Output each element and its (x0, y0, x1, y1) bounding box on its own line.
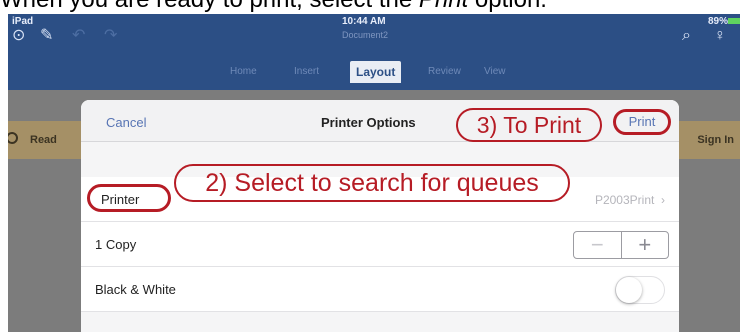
redo-icon[interactable]: ↷ (104, 28, 117, 44)
caption-after: option. (468, 0, 547, 13)
tab-insert[interactable]: Insert (294, 66, 319, 77)
dialog-title: Printer Options (321, 115, 416, 130)
battery-level: 89% (707, 16, 728, 27)
banner-read: Read (30, 134, 57, 146)
copies-row: 1 Copy − + (81, 222, 679, 267)
banner-sign-in[interactable]: Sign In (697, 134, 734, 146)
caption-before: When you are ready to print, select the (0, 0, 419, 13)
tab-home[interactable]: Home (230, 66, 257, 77)
caption-text: When you are ready to print, select the … (0, 0, 547, 14)
copies-label: 1 Copy (95, 237, 137, 252)
search-icon[interactable]: ⌕ (682, 28, 691, 44)
device-label: iPad (12, 16, 34, 27)
increment-button[interactable]: + (622, 232, 669, 258)
printer-label: Printer (101, 192, 140, 207)
printer-name: P2003Print (594, 193, 655, 207)
tab-review[interactable]: Review (428, 66, 461, 77)
ribbon-tabs: Home Insert Layout Review View (8, 58, 740, 84)
back-icon[interactable]: ⊙ (12, 28, 25, 44)
caption-italic: Print (419, 0, 468, 13)
annotation-to-print: 3) To Print (456, 108, 602, 142)
instruction-caption: When you are ready to print, select the … (0, 0, 740, 14)
printer-value: P2003Print › (594, 193, 665, 207)
decrement-button[interactable]: − (574, 232, 622, 258)
tab-layout[interactable]: Layout (350, 61, 402, 83)
document-title: Document2 (342, 30, 389, 40)
battery-icon (728, 18, 740, 24)
black-white-label: Black & White (95, 282, 176, 297)
status-time: 10:44 AM (342, 16, 386, 27)
info-icon (8, 132, 18, 144)
black-white-toggle[interactable] (615, 276, 665, 304)
word-top-bar: iPad 10:44 AM 89% Document2 ⊙ ✎ ↶ ↷ ⌕ ♀ … (8, 14, 740, 90)
toggle-knob (616, 277, 642, 303)
cancel-button[interactable]: Cancel (106, 115, 146, 130)
black-white-row: Black & White (81, 267, 679, 312)
copies-stepper[interactable]: − + (573, 231, 669, 259)
undo-icon[interactable]: ↶ (72, 28, 85, 44)
print-button[interactable]: Print (613, 109, 671, 135)
annotation-select-queue: 2) Select to search for queues (174, 164, 570, 202)
tab-view[interactable]: View (484, 66, 506, 77)
save-icon[interactable]: ✎ (40, 28, 53, 44)
share-icon[interactable]: ♀ (714, 28, 726, 44)
ipad-screen: iPad 10:44 AM 89% Document2 ⊙ ✎ ↶ ↷ ⌕ ♀ … (8, 14, 740, 332)
